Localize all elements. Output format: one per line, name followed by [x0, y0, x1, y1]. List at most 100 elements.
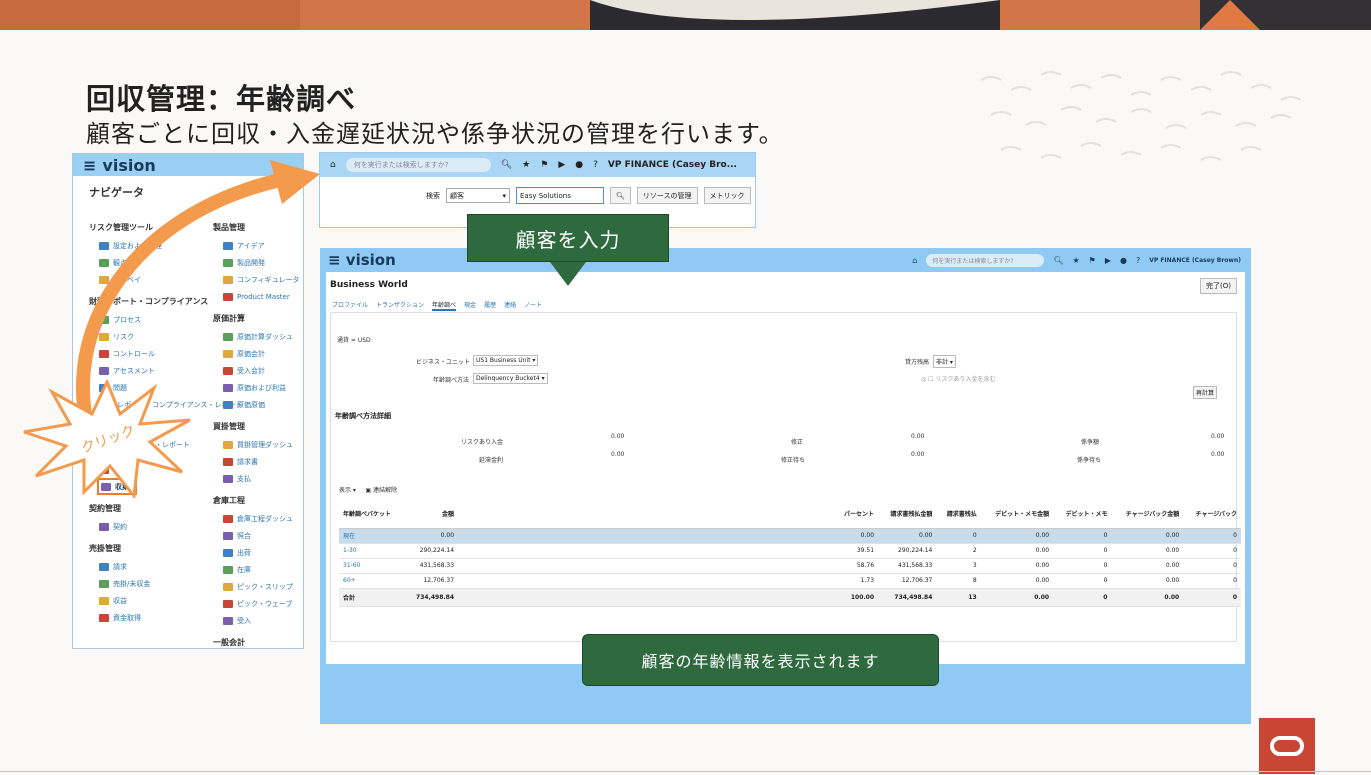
aging-cell: 0 — [936, 528, 981, 544]
user-menu[interactable]: VP FINANCE (Casey Bro... — [608, 160, 737, 170]
aging-column-header[interactable]: デビット・メモ — [1053, 500, 1112, 529]
navigator-item[interactable]: 観点 — [89, 254, 213, 271]
tab-1[interactable]: トランザクション — [376, 300, 424, 311]
tab-2[interactable]: 年齢調べ — [432, 300, 457, 311]
aging-table-row[interactable]: 1-30 290,224.14 39.51 290,224.14 2 0.00 0 0.00 0 — [339, 543, 1241, 559]
done-button[interactable]: 完了(O) — [1200, 278, 1237, 294]
navigator-item[interactable]: 収益 — [89, 592, 213, 609]
tab-4[interactable]: 履歴 — [484, 300, 496, 311]
main-search-icon[interactable]: 🔍︎ — [1053, 256, 1063, 265]
aging-detail-value: 0.00 — [911, 433, 925, 440]
navigator-item[interactable]: リスク — [89, 328, 213, 345]
tab-0[interactable]: プロファイル — [332, 300, 368, 311]
risk-receipts-checkbox[interactable]: ◎ ☐ リスクあり入金を含む — [921, 374, 995, 383]
help-icon[interactable]: ? — [593, 160, 598, 170]
navigator-item[interactable]: コントロール — [89, 345, 213, 362]
star-icon[interactable]: ★ — [522, 160, 530, 170]
aging-table-row[interactable]: 現在 0.00 0.00 0.00 0 0.00 0 0.00 0 — [339, 528, 1241, 544]
oracle-logo — [1259, 718, 1315, 774]
search-button-icon[interactable]: 🔍︎ — [610, 187, 631, 204]
navigator-item[interactable]: 原価原価 — [213, 396, 303, 413]
navigator-item[interactable]: 請求書 — [213, 453, 303, 470]
tab-3[interactable]: 現金 — [464, 300, 476, 311]
tab-5[interactable]: 連絡 — [504, 300, 516, 311]
aging-cell: 3 — [936, 558, 981, 574]
tab-6[interactable]: ノート — [524, 300, 542, 311]
navigator-item[interactable]: 売掛/未収金 — [89, 575, 213, 592]
navigator-item[interactable]: アイデア — [213, 237, 303, 254]
metrics-button[interactable]: メトリック — [703, 187, 751, 204]
aging-column-header[interactable]: 年齢調べバケット — [339, 500, 405, 529]
navigator-item-label: 設定および管理 — [113, 241, 162, 250]
navigator-item[interactable]: ピック・スリップ — [213, 578, 303, 595]
aging-column-header[interactable]: デビット・メモ金額 — [980, 500, 1054, 529]
navigator-item[interactable]: 原価および利益 — [213, 379, 303, 396]
play-icon[interactable]: ▶ — [558, 160, 565, 170]
credit-balance-select[interactable]: 非計 ▾ — [933, 355, 956, 368]
navigator-item[interactable]: 製品開発 — [213, 254, 303, 271]
navigator-item[interactable]: 設定および管理 — [89, 237, 213, 254]
navigator-item[interactable]: 原価計算ダッシュ — [213, 328, 303, 345]
global-search-input[interactable]: 何を実行または検索しますか? — [345, 158, 491, 172]
navigator-item-icon — [223, 548, 233, 557]
navigator-item[interactable]: ピック・ウェーブ — [213, 595, 303, 612]
aging-bucket-link[interactable]: 60+ — [339, 573, 405, 589]
navigator-item[interactable]: 倉庫工程ダッシュ — [213, 510, 303, 527]
navigator-item-icon — [223, 332, 233, 341]
navigator-item[interactable]: 受入会計 — [213, 362, 303, 379]
main-search-input[interactable]: 何を実行または検索しますか? — [926, 253, 1045, 267]
navigator-item[interactable]: アセスメント — [89, 362, 213, 379]
manage-resources-button[interactable]: リソースの管理 — [636, 187, 698, 204]
main-home-icon[interactable]: ⌂ — [912, 256, 917, 265]
customer-search-input[interactable]: Easy Solutions — [516, 187, 604, 204]
search-category-select[interactable]: 顧客 ▾ — [446, 188, 510, 203]
main-star-icon[interactable]: ★ — [1072, 256, 1079, 265]
recalculate-button[interactable]: 再計算 — [1193, 386, 1218, 399]
navigator-item[interactable]: 出荷 — [213, 544, 303, 561]
aging-bucket-link[interactable]: 1-30 — [339, 543, 405, 559]
navigator-item[interactable]: サーベイ — [89, 271, 213, 288]
view-menu[interactable]: 表示 ▾ ▣ 連結解除 — [339, 485, 397, 494]
navigator-item[interactable]: プロセス — [89, 311, 213, 328]
aging-cell: 39.51 — [458, 543, 879, 559]
navigator-item[interactable]: 請求 — [89, 558, 213, 575]
main-help-icon[interactable]: ? — [1136, 256, 1140, 265]
aging-bucket-link[interactable]: 現在 — [339, 528, 405, 544]
main-accessibility-icon[interactable]: ● — [1120, 256, 1127, 265]
navigator-item[interactable]: 在庫 — [213, 561, 303, 578]
accessibility-icon[interactable]: ● — [575, 160, 583, 170]
aging-column-header[interactable]: 金額 — [404, 500, 459, 529]
navigator-item[interactable]: 受入 — [213, 612, 303, 629]
aging-cell: 58.76 — [458, 558, 879, 574]
main-flag-icon[interactable]: ⚑ — [1089, 256, 1096, 265]
main-user-menu[interactable]: VP FINANCE (Casey Brown) — [1149, 257, 1241, 264]
aging-table-row[interactable]: 31-60 431,568.33 58.76 431,568.33 3 0.00 0 0.00… — [339, 558, 1241, 574]
navigator-item[interactable]: 契約 — [89, 518, 213, 535]
aging-column-header[interactable]: パーセント — [458, 500, 879, 529]
aging-column-header[interactable]: チャージバック — [1183, 500, 1241, 529]
main-play-icon[interactable]: ▶ — [1105, 256, 1111, 265]
aging-column-header[interactable]: チャージバック金額 — [1111, 500, 1184, 529]
navigator-item[interactable]: 照合 — [213, 527, 303, 544]
search-icon[interactable]: 🔍︎ — [501, 160, 512, 170]
navigator-item[interactable]: Product Master — [213, 288, 303, 305]
risk-receipts-label: リスクあり入金を含む — [935, 376, 996, 383]
aging-column-header[interactable]: 請求書残払金額 — [878, 500, 937, 529]
home-icon[interactable]: ⌂ — [330, 160, 336, 170]
navigator-item[interactable]: コンフィギュレータ — [213, 271, 303, 288]
aging-bucket-link[interactable]: 31-60 — [339, 558, 405, 574]
navigator-item[interactable]: 支払 — [213, 470, 303, 487]
aging-column-header[interactable]: 請求書残払 — [936, 500, 981, 529]
navigator-item[interactable]: 原価会計 — [213, 345, 303, 362]
navigator-group-heading: 原価計算 — [213, 314, 245, 323]
business-unit-select[interactable]: US1 Business Unit ▾ — [473, 355, 539, 366]
detach-icon[interactable]: ▣ — [365, 487, 371, 494]
navigator-item[interactable]: 資金取得 — [89, 609, 213, 626]
aging-method-select[interactable]: Delinquency Bucket4 ▾ — [473, 373, 548, 384]
hamburger-icon[interactable]: ≡ — [83, 156, 96, 175]
navigator-item[interactable]: 買掛管理ダッシュ — [213, 436, 303, 453]
aging-table-row[interactable]: 60+ 12,706.37 1.73 12,706.37 8 0.00 0 0.00 0 — [339, 573, 1241, 589]
navigator-group-heading: リスク管理ツール — [89, 223, 153, 232]
aging-cell: 0 — [1183, 573, 1241, 589]
flag-icon[interactable]: ⚑ — [540, 160, 548, 170]
